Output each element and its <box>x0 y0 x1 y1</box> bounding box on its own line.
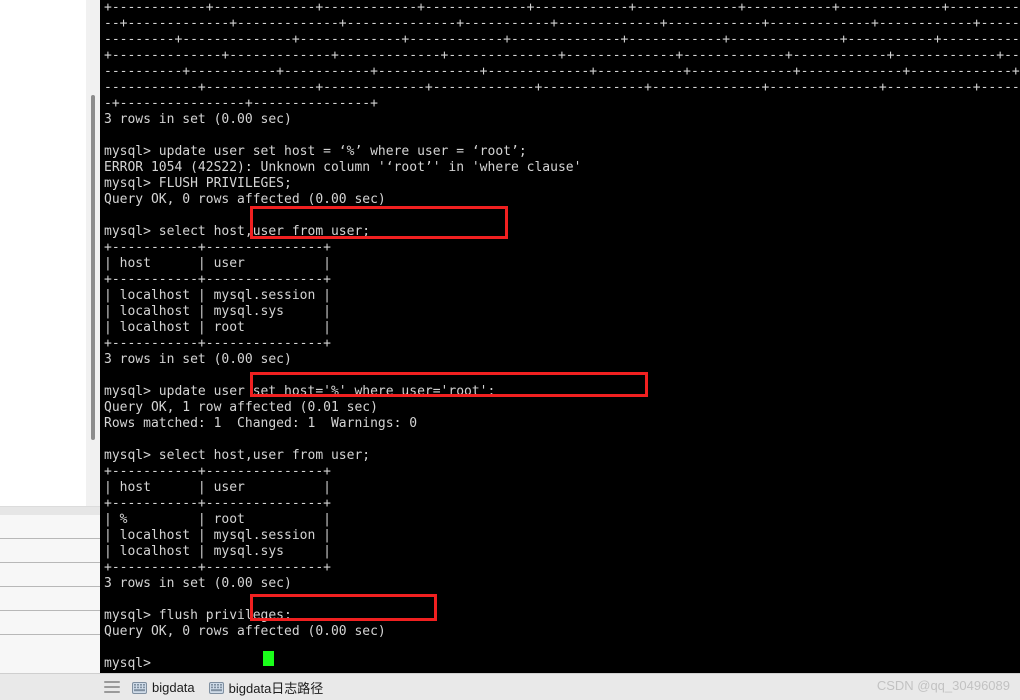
terminal-window[interactable]: +------------+-------------+------------… <box>100 0 1020 673</box>
watermark: CSDN @qq_30496089 <box>876 678 1010 693</box>
left-panel-scrollbar-thumb[interactable] <box>91 95 95 440</box>
list-item[interactable] <box>0 611 100 635</box>
terminal-icon <box>208 681 224 694</box>
left-editor-panel <box>0 0 101 506</box>
terminal-output: +------------+-------------+------------… <box>104 0 1020 671</box>
taskbar-item-bigdata[interactable]: bigdata <box>132 680 195 695</box>
terminal-icon <box>132 681 147 694</box>
list-item[interactable] <box>0 539 100 563</box>
taskbar: bigdata bigdata日志路径 <box>0 673 1020 700</box>
list-panel-header <box>0 507 100 515</box>
terminal-cursor <box>263 651 274 666</box>
list-item[interactable] <box>0 587 100 611</box>
taskbar-item-label: bigdata日志路径 <box>228 680 324 696</box>
left-list-panel <box>0 506 101 675</box>
list-item[interactable] <box>0 563 100 587</box>
hamburger-icon[interactable] <box>104 681 120 693</box>
taskbar-item-label: bigdata <box>152 679 195 695</box>
taskbar-item-bigdata-log-path[interactable]: bigdata日志路径 <box>208 678 324 697</box>
list-item[interactable] <box>0 515 100 539</box>
list-item[interactable] <box>0 635 100 675</box>
